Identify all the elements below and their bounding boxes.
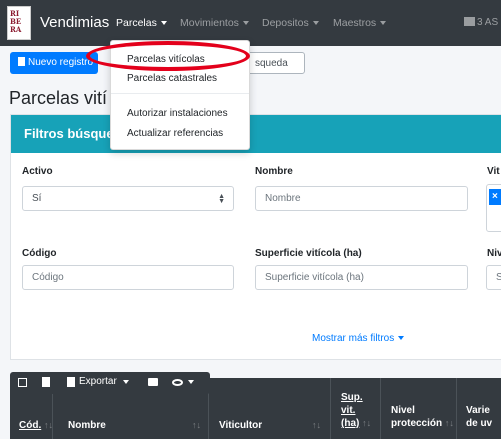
caret-down-icon: [123, 380, 129, 384]
ribera-logo[interactable]: RI BE RA: [7, 6, 31, 40]
caret-down-icon: [380, 21, 387, 26]
filters-card: Filtros búsque: [10, 114, 501, 360]
logo-line: RA: [10, 25, 22, 34]
column-header-label: Sup.: [341, 392, 363, 403]
copy-icon: [42, 377, 50, 387]
sort-icon[interactable]: ↑↓: [192, 419, 201, 432]
caret-down-icon: [188, 380, 194, 384]
activo-select-value: Sí: [32, 193, 42, 204]
nav-menu-label: Depositos: [262, 17, 309, 29]
codigo-label: Código: [22, 248, 57, 259]
nav-menu-parcelas[interactable]: Parcelas: [116, 17, 167, 29]
top-navbar: RI BE RA Vendimias Parcelas Movimientos …: [0, 0, 501, 46]
nombre-placeholder: Nombre: [265, 193, 301, 204]
nav-menu-label: Parcelas: [116, 17, 157, 29]
column-divider: [330, 378, 331, 439]
menu-divider: [111, 93, 249, 94]
new-record-label: Nuevo registro: [28, 57, 94, 68]
select-arrows-icon: ▲ ▼: [218, 193, 225, 205]
column-header-label: protección: [391, 418, 443, 429]
activo-label: Activo: [22, 166, 53, 177]
nav-menu-maestros[interactable]: Maestros: [333, 17, 387, 29]
column-header-label: Nivel: [391, 405, 415, 416]
caret-down-icon: [312, 21, 319, 26]
new-record-button[interactable]: Nuevo registro: [10, 52, 98, 74]
column-header-label: Cód.: [19, 420, 42, 431]
nav-user-area[interactable]: 3 AS: [464, 17, 498, 28]
file-icon: [18, 57, 25, 66]
caret-down-icon: [398, 336, 405, 341]
nav-user-text: 3 AS: [477, 17, 499, 28]
column-header-label: vit.: [341, 405, 356, 416]
superficie-label-text: Superficie vitícola (ha): [255, 248, 362, 259]
column-header-label: de uv: [466, 418, 493, 429]
column-header-label: Nombre: [68, 420, 106, 431]
print-icon: [148, 378, 158, 386]
sort-icon: ↑↓: [44, 420, 53, 430]
nav-menu-label: Movimientos: [180, 17, 239, 29]
remove-tag-button[interactable]: ×: [489, 189, 501, 205]
nivel-input[interactable]: S: [486, 265, 501, 290]
column-header-variedad[interactable]: Varie de uv: [466, 404, 492, 430]
column-header-label: Viticultor: [219, 420, 263, 431]
visibility-button[interactable]: [172, 376, 202, 390]
square-icon: [18, 378, 27, 387]
export-button[interactable]: Exportar: [67, 376, 133, 390]
column-divider: [380, 378, 381, 439]
app-brand[interactable]: Vendimias: [40, 14, 109, 31]
sort-icon: ↑↓: [444, 418, 454, 428]
logo-line: RI: [10, 9, 20, 18]
nav-menu-depositos[interactable]: Depositos: [262, 17, 319, 29]
building-icon: [464, 17, 475, 26]
filters-card-header[interactable]: Filtros búsque: [11, 115, 501, 153]
menu-item-autorizar-instalaciones[interactable]: Autorizar instalaciones: [127, 108, 228, 119]
nombre-input[interactable]: Nombre: [255, 186, 468, 211]
sort-icon[interactable]: ↑↓: [312, 419, 321, 432]
export-label: Exportar: [79, 376, 117, 387]
search-button-label: squeda: [255, 58, 288, 69]
menu-item-actualizar-referencias[interactable]: Actualizar referencias: [127, 128, 223, 139]
column-header-viticultor[interactable]: Viticultor: [219, 419, 262, 432]
eye-icon: [172, 379, 183, 386]
codigo-placeholder: Código: [32, 272, 64, 283]
codigo-input[interactable]: Código: [22, 265, 234, 290]
viticultor-label: Vit: [487, 166, 500, 177]
menu-item-parcelas-catastrales[interactable]: Parcelas catastrales: [127, 73, 217, 84]
file-excel-icon: [67, 377, 75, 387]
show-more-filters-link[interactable]: Mostrar más filtros: [312, 333, 405, 344]
column-header-label: Varie: [466, 405, 490, 416]
column-header-nombre[interactable]: Nombre: [68, 419, 106, 432]
superficie-label: Superficie vitícola (ha): [255, 248, 362, 259]
nivel-placeholder: S: [496, 272, 501, 283]
logo-line: BE: [10, 17, 22, 26]
column-header-superficie[interactable]: Sup. vit. (ha) ↑↓: [341, 391, 371, 430]
column-header-label: (ha): [341, 418, 360, 429]
nivel-label: Niv: [487, 248, 501, 259]
superficie-input[interactable]: Superficie vitícola (ha): [255, 265, 468, 290]
highlight-annotation: [86, 41, 250, 71]
column-divider: [456, 378, 457, 439]
activo-select[interactable]: Sí ▲ ▼: [22, 186, 234, 211]
table-toolbar: Exportar: [10, 372, 210, 394]
show-more-filters-label: Mostrar más filtros: [312, 333, 395, 344]
sort-icon: ↑↓: [362, 418, 372, 428]
caret-down-icon: [160, 21, 167, 26]
page-title: Parcelas vití: [9, 88, 108, 108]
column-header-cod[interactable]: Cód. ↑↓: [19, 419, 53, 432]
caret-down-icon: [242, 21, 249, 26]
nombre-label: Nombre: [255, 166, 293, 177]
column-header-nivel[interactable]: Nivel protección ↑↓: [391, 404, 454, 430]
nav-menu-movimientos[interactable]: Movimientos: [180, 17, 249, 29]
nav-menu-label: Maestros: [333, 17, 377, 29]
superficie-placeholder: Superficie vitícola (ha): [265, 272, 364, 283]
